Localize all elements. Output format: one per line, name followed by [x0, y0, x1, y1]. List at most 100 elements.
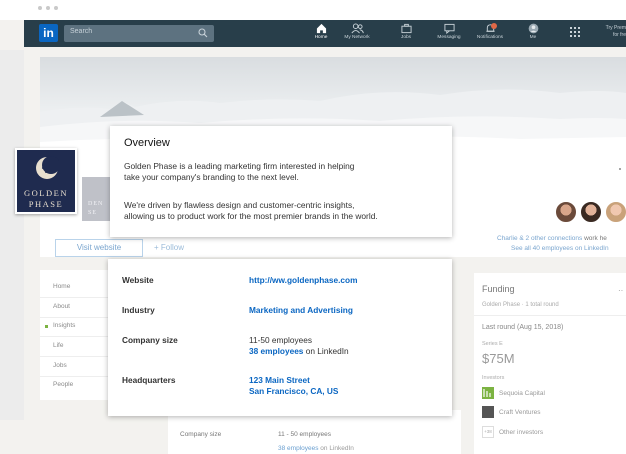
- notification-badge: [491, 23, 497, 29]
- linkedin-logo[interactable]: in: [39, 24, 58, 42]
- briefcase-icon: [400, 23, 412, 34]
- golden-phase-logo: GOLDEN PHASE: [15, 148, 77, 214]
- company-size-label: Company size: [180, 431, 222, 438]
- investor-craft[interactable]: Craft Ventures: [482, 406, 541, 418]
- window-controls: [38, 6, 58, 10]
- overview-title: Overview: [124, 137, 170, 149]
- see-all-employees-link[interactable]: See all 40 employees on LinkedIn: [511, 245, 609, 252]
- connection-avatar-2[interactable]: [580, 201, 602, 223]
- window-shadow: [0, 50, 24, 420]
- employees-suffix: on LinkedIn: [303, 346, 349, 356]
- nav-link-jobs[interactable]: Jobs: [53, 362, 67, 369]
- website-link[interactable]: http://ww.goldenphase.com: [249, 275, 357, 286]
- nav-messaging-label: Messaging: [437, 35, 461, 40]
- employees-on-linkedin: 38 employees on LinkedIn: [278, 445, 354, 452]
- overview-line: We're driven by flawless design and cust…: [124, 200, 355, 210]
- faded-logo-text-1: DEN: [88, 201, 104, 207]
- moon-icon: [36, 156, 59, 179]
- website-label: Website: [122, 275, 154, 285]
- logo-text-golden: GOLDEN: [24, 188, 68, 198]
- connection-avatars[interactable]: [555, 201, 626, 223]
- employees-link[interactable]: 38 employees: [249, 346, 303, 356]
- company-size-label: Company size: [122, 335, 178, 345]
- connection-avatar-3[interactable]: [605, 201, 626, 223]
- logo-text-phase: PHASE: [28, 199, 64, 209]
- top-navbar: in Search Home My Network Jobs Messaging…: [24, 20, 626, 47]
- funding-card: Funding ·· Golden Phase · 1 total round …: [474, 273, 626, 454]
- nav-my-network-label: My Network: [344, 35, 370, 40]
- maximize-dot[interactable]: [54, 6, 58, 10]
- employees-suffix: on LinkedIn: [318, 445, 354, 452]
- nav-messaging[interactable]: Messaging: [427, 23, 471, 40]
- chat-icon: [443, 23, 455, 34]
- company-logo-faded: DEN SE: [82, 177, 110, 221]
- funding-title: Funding: [482, 284, 515, 294]
- people-icon: [350, 23, 364, 34]
- connection-avatar-1[interactable]: [555, 201, 577, 223]
- sequoia-logo-icon: [482, 387, 494, 399]
- follow-button[interactable]: + Follow: [154, 243, 184, 252]
- faded-logo-text-2: SE: [88, 210, 98, 216]
- investors-label: Investors: [482, 375, 505, 381]
- size-text: 11-50 employees: [249, 335, 313, 345]
- investor-name: Sequoia Capital: [499, 389, 545, 397]
- industry-label: Industry: [122, 305, 155, 315]
- funding-amount: $75M: [482, 351, 515, 366]
- browser-chrome: [0, 0, 626, 20]
- other-investors-count: +38: [482, 426, 494, 438]
- headquarters-address[interactable]: 123 Main Street San Francisco, CA, US: [249, 375, 338, 397]
- nav-me-label: Me: [529, 35, 537, 40]
- connections-suffix: work he: [582, 235, 607, 242]
- about-card: Company size 11 - 50 employees 38 employ…: [168, 410, 461, 454]
- address-line-2: San Francisco, CA, US: [249, 386, 339, 396]
- premium-line-1: Try Prem: [605, 25, 626, 31]
- premium-line-2: for fre: [612, 32, 626, 38]
- insights-indicator: [45, 325, 48, 328]
- nav-jobs-label: Jobs: [400, 35, 412, 40]
- overview-line: take your company's branding to the next…: [124, 172, 299, 182]
- investor-name: Craft Ventures: [499, 408, 541, 416]
- investor-name: Other investors: [499, 428, 544, 436]
- employees-link[interactable]: 38 employees: [278, 445, 318, 452]
- funding-more-icon[interactable]: ··: [618, 286, 623, 295]
- nav-link-people[interactable]: People: [53, 381, 73, 388]
- overview-paragraph-1: Golden Phase is a leading marketing firm…: [124, 161, 444, 183]
- company-details-popup: Website http://ww.goldenphase.com Indust…: [108, 259, 452, 416]
- connections-summary: Charlie & 2 other connections work he Se…: [497, 234, 609, 254]
- investor-sequoia[interactable]: Sequoia Capital: [482, 387, 545, 399]
- company-size-value: 11-50 employees 38 employees on LinkedIn: [249, 335, 349, 357]
- craft-logo-icon: [482, 406, 494, 418]
- close-dot[interactable]: [38, 6, 42, 10]
- nav-link-about[interactable]: About: [53, 303, 70, 310]
- visit-website-button[interactable]: Visit website: [55, 239, 143, 257]
- home-icon: [316, 23, 326, 34]
- address-line-1: 123 Main Street: [249, 375, 310, 385]
- try-premium-link[interactable]: Try Prem for fre: [600, 25, 626, 39]
- grid-icon[interactable]: [570, 27, 580, 37]
- nav-my-network[interactable]: My Network: [335, 23, 379, 40]
- company-size-value: 11 - 50 employees: [278, 431, 331, 438]
- series-label: Series E: [482, 341, 503, 347]
- connections-link[interactable]: Charlie & 2 other connections: [497, 235, 582, 242]
- overview-line: allowing us to product work for the most…: [124, 211, 378, 221]
- funding-subtitle: Golden Phase · 1 total round: [482, 302, 559, 308]
- nav-link-life[interactable]: Life: [53, 342, 63, 349]
- headquarters-label: Headquarters: [122, 375, 176, 385]
- minimize-dot[interactable]: [46, 6, 50, 10]
- investor-other[interactable]: +38 Other investors: [482, 426, 543, 438]
- nav-me[interactable]: Me: [511, 23, 555, 40]
- overview-popup: Overview Golden Phase is a leading marke…: [110, 126, 452, 237]
- nav-notifications[interactable]: Notifications: [468, 23, 512, 40]
- more-options-icon[interactable]: [619, 168, 621, 170]
- divider: [474, 315, 626, 316]
- search-input[interactable]: Search: [64, 25, 214, 42]
- nav-link-home[interactable]: Home: [53, 283, 70, 290]
- last-round[interactable]: Last round (Aug 15, 2018): [482, 324, 563, 331]
- nav-link-insights[interactable]: Insights: [53, 322, 75, 329]
- search-placeholder: Search: [70, 28, 93, 35]
- nav-jobs[interactable]: Jobs: [384, 23, 428, 40]
- industry-link[interactable]: Marketing and Advertising: [249, 305, 353, 316]
- overview-line: Golden Phase is a leading marketing firm…: [124, 161, 355, 171]
- search-icon: [198, 28, 208, 38]
- overview-paragraph-2: We're driven by flawless design and cust…: [124, 200, 444, 222]
